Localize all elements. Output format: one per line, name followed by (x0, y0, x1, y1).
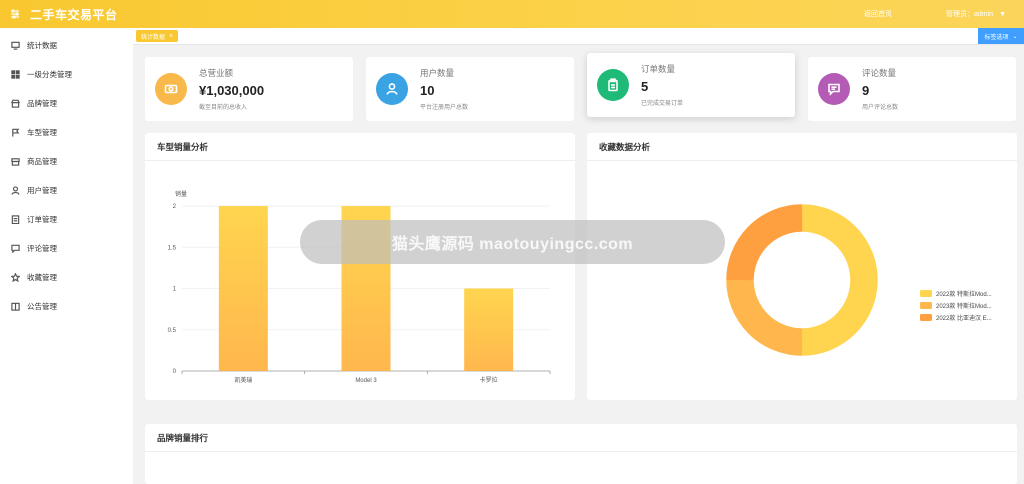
stat-icon-circle (597, 69, 629, 101)
y-tick-label: 0.5 (168, 328, 177, 334)
stat-subtitle: 平台注册用户总数 (420, 105, 469, 111)
stat-title: 订单数量 (641, 64, 676, 74)
favorites-chart-panel: 收藏数据分析 2022款 特斯拉Mod... 2023款 特斯拉Mod... 202… (587, 133, 1017, 400)
stat-icon-circle (376, 73, 408, 105)
sidebar-item-label: 一级分类管理 (27, 70, 72, 79)
user-icon (386, 83, 398, 95)
stat-card-revenue: 总营业额 ¥1,030,000 截至目前的总收入 (145, 57, 353, 121)
x-tick-label: Model 3 (355, 378, 377, 384)
admin-label: 管理员：admin (945, 11, 994, 18)
stat-subtitle: 截至目前的总收入 (199, 105, 248, 111)
y-tick-label: 2 (173, 204, 177, 210)
y-axis-label: 销量 (175, 190, 187, 198)
shop-icon (10, 99, 20, 109)
sidebar-item-comments[interactable]: 评论管理 (0, 234, 133, 263)
comment-icon (10, 244, 20, 254)
sidebar-item-orders[interactable]: 订单管理 (0, 205, 133, 234)
star-icon (10, 273, 20, 283)
stat-icon-circle (818, 73, 850, 105)
donut-chart: 2022款 特斯拉Mod... 2023款 特斯拉Mod... 2022款 比亚迪汉… (726, 204, 992, 356)
donut-slice[interactable] (801, 204, 878, 356)
sidebar-item-label: 订单管理 (27, 215, 57, 224)
stat-title: 用户数量 (420, 68, 455, 78)
legend-label[interactable]: 2022款 比亚迪汉 E... (936, 314, 992, 322)
box-icon (10, 157, 20, 167)
admin-menu-button[interactable]: 管理员：admin ▼ (942, 6, 1010, 22)
sidebar-item-label: 品牌管理 (27, 99, 57, 108)
menu-toggle-button[interactable] (0, 0, 30, 28)
user-icon (10, 186, 20, 196)
sidebar-item-label: 统计数据 (27, 41, 57, 50)
stat-value: 5 (641, 79, 649, 94)
app-title: 二手车交易平台 (30, 7, 118, 22)
clipboard-icon (608, 78, 618, 92)
sidebar-item-label: 商品管理 (27, 157, 57, 166)
tab-statistics[interactable]: 统计数据 × (136, 30, 179, 42)
y-tick-label: 1.5 (168, 245, 177, 251)
brand-rank-panel: 品牌销量排行 (145, 424, 1017, 484)
panel-title: 品牌销量排行 (145, 424, 1017, 452)
tab-label: 统计数据 (141, 34, 166, 41)
stat-subtitle: 用户评论总数 (862, 105, 899, 111)
stat-card-comments: 评论数量 9 用户评论总数 (808, 57, 1016, 121)
grid-icon (10, 70, 20, 80)
tags-bar: 统计数据 × 标签选项 ⌄ (133, 28, 1024, 45)
y-tick-label: 1 (173, 287, 177, 293)
stat-title: 评论数量 (862, 68, 897, 78)
chevron-down-icon: ⌄ (1012, 33, 1018, 40)
x-tick-label: 卡罗拉 (480, 376, 498, 384)
sidebar-item-brand[interactable]: 品牌管理 (0, 89, 133, 118)
notebook-icon (10, 302, 20, 312)
sidebar: 统计数据 一级分类管理 品牌管理 车型管理 商品管理 用户管理 订单管理 评论管… (0, 28, 133, 484)
legend-swatch[interactable] (920, 314, 932, 321)
monitor-icon (10, 41, 20, 51)
stat-value: ¥1,030,000 (199, 83, 265, 98)
x-tick-label: 凯美瑞 (234, 376, 252, 384)
y-tick-label: 0 (173, 369, 177, 375)
sidebar-item-label: 车型管理 (27, 128, 57, 137)
watermark: 猫头鹰源码 maotouyingcc.com (300, 220, 725, 264)
chevron-down-icon: ▼ (999, 10, 1006, 18)
donut-slice[interactable] (726, 279, 803, 356)
flag-icon (10, 128, 20, 138)
bar-chart: 销量 0 0.5 1 1.5 2 凯美瑞 Model 3 卡罗拉 (168, 190, 551, 384)
legend-label[interactable]: 2023款 特斯拉Mod... (936, 302, 992, 310)
stat-value: 9 (862, 83, 870, 98)
stat-subtitle: 已完成交易订单 (641, 101, 684, 107)
sidebar-item-goods[interactable]: 商品管理 (0, 147, 133, 176)
stat-card-orders: 订单数量 5 已完成交易订单 (587, 53, 795, 117)
bar[interactable] (464, 288, 514, 372)
sidebar-item-statistics[interactable]: 统计数据 (0, 31, 133, 60)
sidebar-item-label: 收藏管理 (27, 273, 57, 282)
sidebar-item-label: 公告管理 (27, 302, 57, 311)
comment-icon (828, 83, 840, 96)
tag-options-label: 标签选项 (984, 34, 1009, 41)
sidebar-item-announcements[interactable]: 公告管理 (0, 292, 133, 321)
sales-chart-panel: 车型销量分析 销量 0 0.5 1 1.5 2 凯美瑞 Model 3 卡罗拉 (145, 133, 575, 400)
legend-label[interactable]: 2022款 特斯拉Mod... (936, 290, 992, 298)
tag-options-button[interactable]: 标签选项 ⌄ (978, 28, 1024, 44)
sidebar-item-users[interactable]: 用户管理 (0, 176, 133, 205)
legend-swatch[interactable] (920, 290, 932, 297)
sliders-icon (11, 9, 19, 19)
sidebar-item-favorites[interactable]: 收藏管理 (0, 263, 133, 292)
sidebar-item-category[interactable]: 一级分类管理 (0, 60, 133, 89)
donut-slice[interactable] (726, 204, 803, 281)
stat-value: 10 (420, 83, 435, 98)
close-icon[interactable]: × (169, 33, 173, 40)
sidebar-item-model[interactable]: 车型管理 (0, 118, 133, 147)
stat-card-users: 用户数量 10 平台注册用户总数 (366, 57, 574, 121)
document-icon (10, 215, 20, 225)
money-icon (164, 84, 178, 94)
sidebar-item-label: 用户管理 (27, 186, 57, 195)
legend-swatch[interactable] (920, 302, 932, 309)
bar[interactable] (218, 206, 268, 371)
panel-title: 收藏数据分析 (587, 133, 1017, 161)
top-header: 二手车交易平台 返回首页 管理员：admin ▼ (0, 0, 1024, 28)
sidebar-item-label: 评论管理 (27, 244, 57, 253)
panel-title: 车型销量分析 (145, 133, 575, 161)
stat-icon-circle (155, 73, 187, 105)
back-home-link[interactable]: 返回首页 (864, 9, 892, 19)
stat-title: 总营业额 (199, 68, 234, 78)
